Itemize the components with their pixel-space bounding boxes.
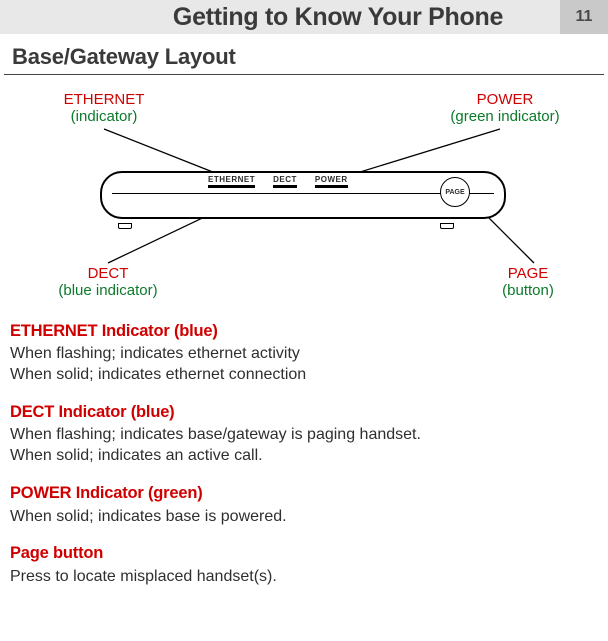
desc-dect: DECT Indicator (blue) When flashing; ind…	[10, 402, 598, 467]
device-port-labels: ETHERNET DECT POWER	[208, 175, 348, 188]
layout-diagram: ETHERNET (indicator) POWER (green indica…	[8, 85, 600, 315]
desc-power-title: POWER Indicator (green)	[10, 483, 598, 504]
desc-power: POWER Indicator (green) When solid; indi…	[10, 483, 598, 527]
desc-dect-line2: When solid; indicates an active call.	[10, 446, 598, 467]
page-number: 11	[560, 0, 608, 34]
desc-ethernet-line2: When solid; indicates ethernet connectio…	[10, 365, 598, 386]
desc-page-line1: Press to locate misplaced handset(s).	[10, 567, 598, 588]
desc-ethernet-title: ETHERNET Indicator (blue)	[10, 321, 598, 342]
desc-power-line1: When solid; indicates base is powered.	[10, 507, 598, 528]
desc-page: Page button Press to locate misplaced ha…	[10, 543, 598, 587]
header-spacer	[0, 0, 116, 34]
desc-dect-line1: When flashing; indicates base/gateway is…	[10, 425, 598, 446]
device-foot-left	[118, 223, 132, 229]
device-illustration: ETHERNET DECT POWER PAGE	[100, 167, 506, 227]
desc-ethernet: ETHERNET Indicator (blue) When flashing;…	[10, 321, 598, 386]
desc-dect-title: DECT Indicator (blue)	[10, 402, 598, 423]
port-label-dect: DECT	[273, 175, 297, 188]
page-button-graphic: PAGE	[440, 177, 470, 207]
device-body: ETHERNET DECT POWER PAGE	[100, 171, 506, 219]
desc-page-title: Page button	[10, 543, 598, 564]
section-title: Base/Gateway Layout	[4, 34, 604, 75]
descriptions: ETHERNET Indicator (blue) When flashing;…	[0, 315, 608, 588]
desc-ethernet-line1: When flashing; indicates ethernet activi…	[10, 344, 598, 365]
device-foot-right	[440, 223, 454, 229]
port-label-power: POWER	[315, 175, 348, 188]
device-edge-line	[112, 193, 494, 194]
chapter-title: Getting to Know Your Phone	[116, 0, 560, 34]
port-label-ethernet: ETHERNET	[208, 175, 255, 188]
page-header: Getting to Know Your Phone 11	[0, 0, 608, 34]
